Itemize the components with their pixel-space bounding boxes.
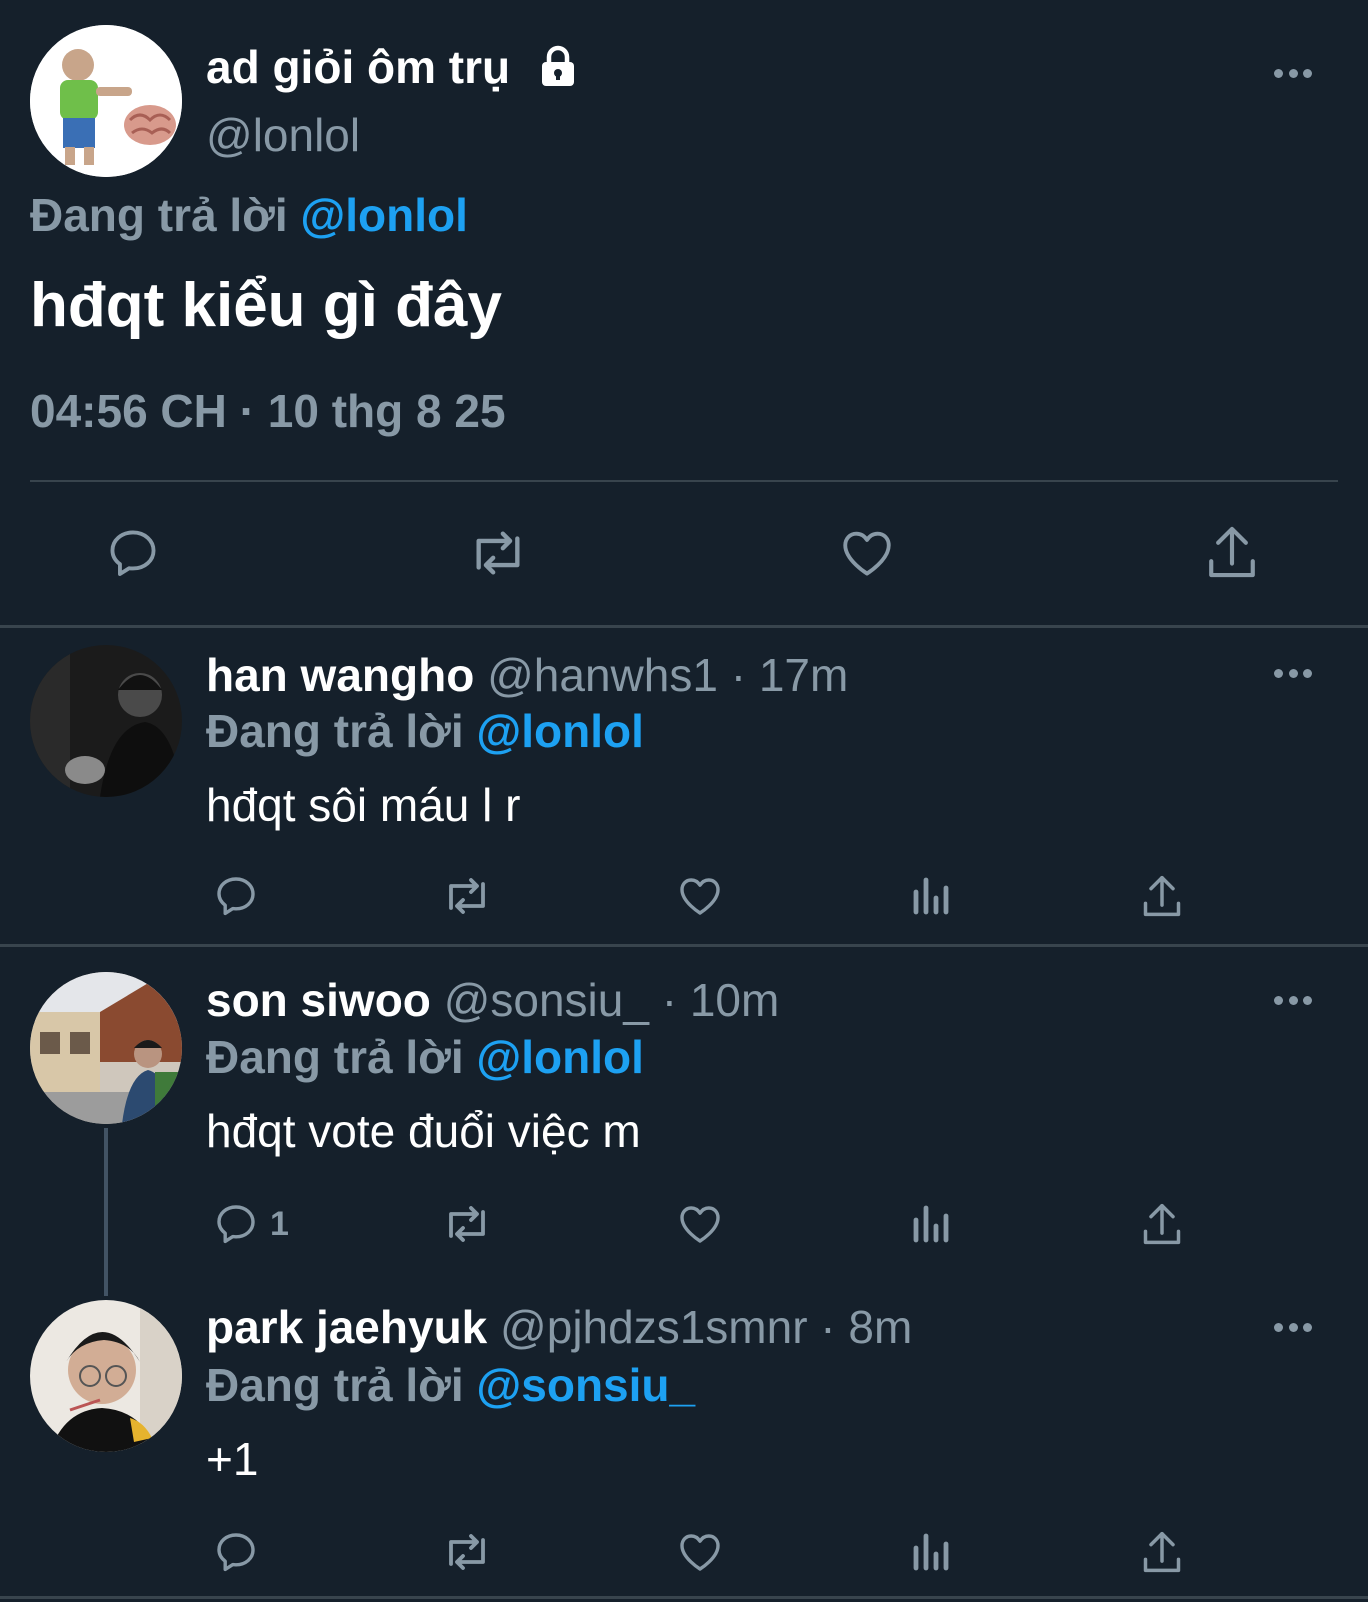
replying-to-line: Đang trả lời @lonlol (30, 188, 468, 242)
reply-icon[interactable] (212, 872, 260, 920)
tweet-timestamp[interactable]: 04:56 CH · 10 thg 8 25 (30, 384, 506, 438)
thread-line (104, 1128, 108, 1296)
time: · 17m (717, 649, 849, 701)
share-icon[interactable] (1140, 872, 1184, 920)
retweet-icon[interactable] (440, 872, 494, 920)
like-icon[interactable] (676, 1200, 724, 1248)
display-name[interactable]: park jaehyuk (206, 1301, 487, 1353)
replying-prefix: Đang trả lời (206, 1031, 464, 1083)
more-options-icon[interactable] (1274, 995, 1312, 1005)
like-icon[interactable] (676, 872, 724, 920)
share-icon[interactable] (1140, 1528, 1184, 1576)
divider (0, 625, 1368, 628)
reply-icon[interactable] (212, 1528, 260, 1576)
retweet-icon[interactable] (466, 524, 530, 582)
retweet-icon[interactable] (440, 1528, 494, 1576)
replying-to-line: Đang trả lời @sonsiu_ (206, 1358, 695, 1412)
reply-count: 1 (270, 1205, 289, 1243)
avatar[interactable] (30, 1300, 182, 1452)
replying-prefix: Đang trả lời (30, 189, 288, 241)
more-options-icon[interactable] (1274, 68, 1312, 78)
replying-to-link[interactable]: @lonlol (476, 1031, 644, 1083)
handle[interactable]: @hanwhs1 (487, 649, 718, 701)
avatar[interactable] (30, 972, 182, 1124)
replying-to-link[interactable]: @lonlol (476, 705, 644, 757)
share-icon[interactable] (1140, 1200, 1184, 1248)
time: · 10m (648, 974, 780, 1026)
tweet-text: +1 (206, 1433, 259, 1485)
reply-header: park jaehyuk @pjhdzs1smnr · 8m (206, 1300, 912, 1354)
more-options-icon[interactable] (1274, 1322, 1312, 1332)
divider (0, 1596, 1368, 1599)
handle[interactable]: @lonlol (206, 108, 360, 162)
replying-prefix: Đang trả lời (206, 705, 464, 757)
replying-to-line: Đang trả lời @lonlol (206, 1030, 644, 1084)
display-name[interactable]: ad giỏi ôm trụ (206, 41, 510, 93)
divider (30, 480, 1338, 482)
replying-to-line: Đang trả lời @lonlol (206, 704, 644, 758)
reply-header: son siwoo @sonsiu_ · 10m (206, 973, 779, 1027)
like-icon[interactable] (838, 524, 896, 582)
tweet-text: hđqt vote đuổi việc m (206, 1105, 641, 1157)
reply-header: han wangho @hanwhs1 · 17m (206, 648, 848, 702)
handle[interactable]: @sonsiu_ (444, 974, 649, 1026)
replying-prefix: Đang trả lời (206, 1359, 464, 1411)
reply-icon[interactable] (104, 524, 162, 582)
analytics-icon[interactable] (910, 1200, 954, 1248)
handle[interactable]: @pjhdzs1smnr (500, 1301, 807, 1353)
avatar[interactable] (30, 645, 182, 797)
reply-icon[interactable] (212, 1200, 260, 1248)
analytics-icon[interactable] (910, 1528, 954, 1576)
time: · 8m (807, 1301, 913, 1353)
lock-icon (537, 44, 579, 98)
replying-to-link[interactable]: @sonsiu_ (476, 1359, 695, 1411)
tweet-text: hđqt kiểu gì đây (30, 271, 502, 340)
avatar[interactable] (30, 25, 182, 177)
replying-to-link[interactable]: @lonlol (300, 189, 468, 241)
display-name[interactable]: han wangho (206, 649, 474, 701)
retweet-icon[interactable] (440, 1200, 494, 1248)
like-icon[interactable] (676, 1528, 724, 1576)
display-name[interactable]: son siwoo (206, 974, 431, 1026)
tweet-text: hđqt sôi máu l r (206, 779, 521, 831)
more-options-icon[interactable] (1274, 668, 1312, 678)
analytics-icon[interactable] (910, 872, 954, 920)
share-icon[interactable] (1204, 522, 1260, 582)
divider (0, 944, 1368, 947)
